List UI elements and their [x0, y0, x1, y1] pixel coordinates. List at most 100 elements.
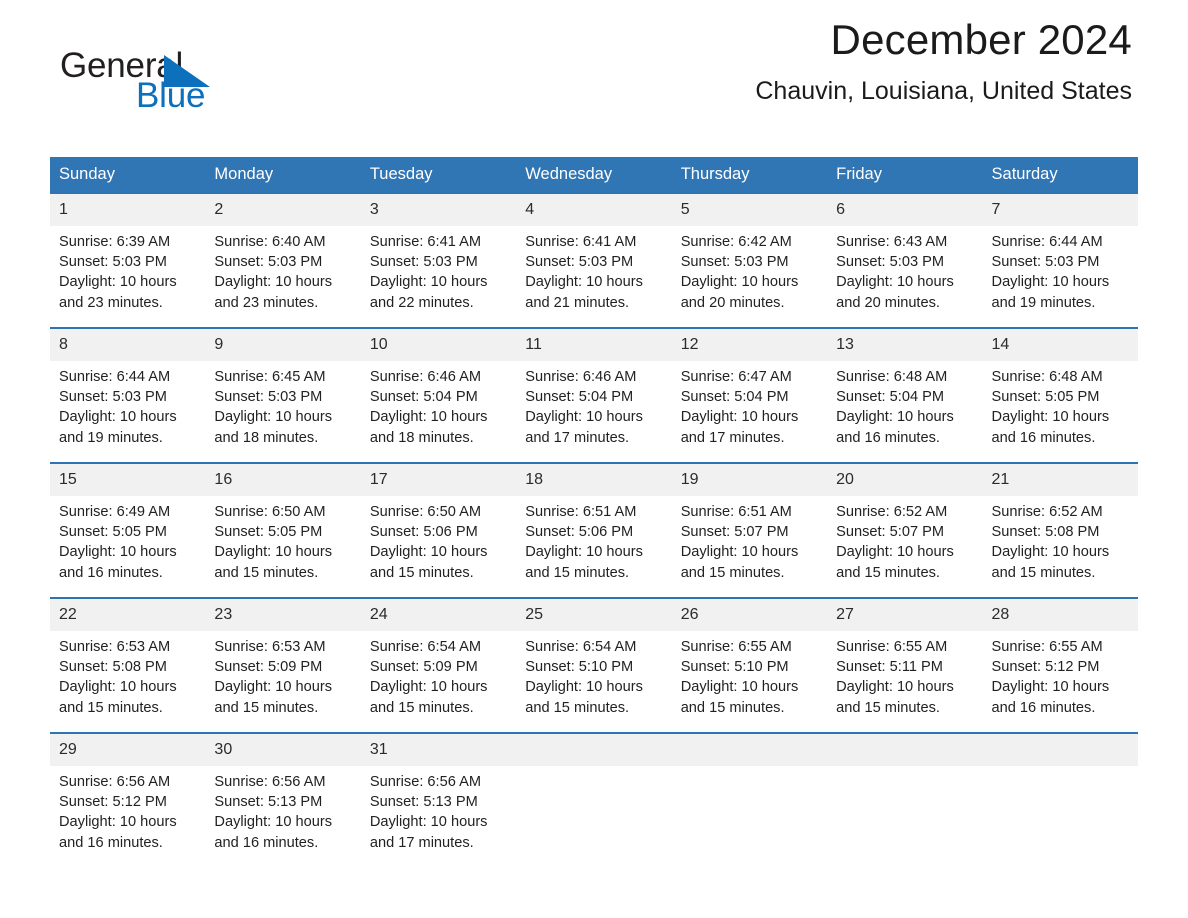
sunrise-text: Sunrise: 6:54 AM	[525, 639, 637, 655]
day-number: 9	[205, 329, 361, 361]
calendar-day-cell-empty	[982, 732, 1138, 867]
calendar-day-cell[interactable]: 4 Sunrise: 6:41 AM Sunset: 5:03 PM Dayli…	[516, 192, 672, 328]
weekday-header-tuesday: Tuesday	[360, 157, 517, 193]
calendar-day-cell[interactable]: 17 Sunrise: 6:50 AM Sunset: 5:06 PM Dayl…	[360, 462, 517, 598]
day-number: 22	[50, 599, 206, 631]
day-details: Sunrise: 6:56 AM Sunset: 5:13 PM Dayligh…	[361, 766, 516, 853]
daylight-text: Daylight: 10 hours and 15 minutes.	[525, 544, 643, 581]
calendar-day-cell[interactable]: 27 Sunrise: 6:55 AM Sunset: 5:11 PM Dayl…	[827, 597, 983, 733]
day-details: Sunrise: 6:46 AM Sunset: 5:04 PM Dayligh…	[516, 361, 671, 448]
day-details: Sunrise: 6:45 AM Sunset: 5:03 PM Dayligh…	[205, 361, 360, 448]
sunset-text: Sunset: 5:04 PM	[369, 389, 478, 406]
day-details: Sunrise: 6:44 AM Sunset: 5:03 PM Dayligh…	[50, 361, 205, 448]
calendar-day-cell[interactable]: 19 Sunrise: 6:51 AM Sunset: 5:07 PM Dayl…	[671, 462, 828, 598]
day-number: 11	[516, 329, 672, 361]
sunset-text: Sunset: 5:10 PM	[525, 659, 634, 676]
calendar-day-cell[interactable]: 16 Sunrise: 6:50 AM Sunset: 5:05 PM Dayl…	[205, 462, 361, 598]
day-details: Sunrise: 6:43 AM Sunset: 5:03 PM Dayligh…	[827, 226, 982, 313]
calendar-day-cell[interactable]: 28 Sunrise: 6:55 AM Sunset: 5:12 PM Dayl…	[982, 597, 1138, 733]
calendar-day-cell[interactable]: 10 Sunrise: 6:46 AM Sunset: 5:04 PM Dayl…	[360, 327, 517, 463]
calendar-day-cell[interactable]: 14 Sunrise: 6:48 AM Sunset: 5:05 PM Dayl…	[982, 327, 1138, 463]
day-details: Sunrise: 6:53 AM Sunset: 5:09 PM Dayligh…	[205, 631, 360, 718]
day-number: 28	[982, 599, 1138, 631]
calendar-day-cell[interactable]: 12 Sunrise: 6:47 AM Sunset: 5:04 PM Dayl…	[671, 327, 828, 463]
daylight-text: Daylight: 10 hours and 15 minutes.	[836, 544, 954, 581]
day-number: 20	[827, 464, 983, 496]
sunrise-text: Sunrise: 6:45 AM	[214, 369, 326, 385]
daylight-text: Daylight: 10 hours and 23 minutes.	[214, 274, 333, 311]
page-subtitle: Chauvin, Louisiana, United States	[755, 77, 1132, 105]
daylight-text: Daylight: 10 hours and 22 minutes.	[369, 274, 488, 311]
calendar-day-cell[interactable]: 22 Sunrise: 6:53 AM Sunset: 5:08 PM Dayl…	[50, 597, 206, 733]
sunset-text: Sunset: 5:05 PM	[214, 524, 323, 541]
day-number: 2	[205, 194, 361, 226]
sunset-text: Sunset: 5:03 PM	[59, 254, 167, 271]
day-number: 23	[205, 599, 361, 631]
daylight-text: Daylight: 10 hours and 17 minutes.	[525, 409, 643, 446]
calendar-day-cell[interactable]: 18 Sunrise: 6:51 AM Sunset: 5:06 PM Dayl…	[516, 462, 672, 598]
weekday-header-row: Sunday Monday Tuesday Wednesday Thursday…	[50, 157, 1138, 193]
calendar-day-cell[interactable]: 8 Sunrise: 6:44 AM Sunset: 5:03 PM Dayli…	[50, 327, 206, 463]
day-number: 13	[827, 329, 983, 361]
sunset-text: Sunset: 5:07 PM	[680, 524, 789, 541]
calendar-week-row: 29 Sunrise: 6:56 AM Sunset: 5:12 PM Dayl…	[50, 732, 1138, 867]
calendar-day-cell-empty	[671, 732, 828, 867]
calendar-day-cell[interactable]: 26 Sunrise: 6:55 AM Sunset: 5:10 PM Dayl…	[671, 597, 828, 733]
day-details: Sunrise: 6:46 AM Sunset: 5:04 PM Dayligh…	[361, 361, 516, 448]
day-details: Sunrise: 6:40 AM Sunset: 5:03 PM Dayligh…	[205, 226, 360, 313]
calendar-day-cell[interactable]: 3 Sunrise: 6:41 AM Sunset: 5:03 PM Dayli…	[360, 192, 517, 328]
day-details: Sunrise: 6:54 AM Sunset: 5:10 PM Dayligh…	[516, 631, 671, 718]
sunrise-text: Sunrise: 6:54 AM	[369, 639, 481, 655]
day-number	[982, 734, 1138, 766]
calendar-day-cell[interactable]: 2 Sunrise: 6:40 AM Sunset: 5:03 PM Dayli…	[205, 192, 361, 328]
day-details: Sunrise: 6:53 AM Sunset: 5:08 PM Dayligh…	[50, 631, 205, 718]
daylight-text: Daylight: 10 hours and 16 minutes.	[991, 409, 1110, 446]
calendar-day-cell[interactable]: 25 Sunrise: 6:54 AM Sunset: 5:10 PM Dayl…	[516, 597, 672, 733]
day-number: 30	[205, 734, 361, 766]
weekday-header-saturday: Saturday	[982, 157, 1138, 193]
calendar-day-cell[interactable]: 1 Sunrise: 6:39 AM Sunset: 5:03 PM Dayli…	[50, 192, 206, 328]
day-number: 10	[360, 329, 517, 361]
day-number: 29	[50, 734, 206, 766]
sunrise-text: Sunrise: 6:50 AM	[369, 504, 481, 520]
day-number	[827, 734, 983, 766]
calendar-day-cell[interactable]: 30 Sunrise: 6:56 AM Sunset: 5:13 PM Dayl…	[205, 732, 361, 867]
sunrise-text: Sunrise: 6:48 AM	[836, 369, 948, 385]
sunrise-text: Sunrise: 6:53 AM	[214, 639, 326, 655]
sunset-text: Sunset: 5:03 PM	[59, 389, 167, 406]
daylight-text: Daylight: 10 hours and 17 minutes.	[680, 409, 799, 446]
sunrise-text: Sunrise: 6:52 AM	[991, 504, 1103, 520]
day-details: Sunrise: 6:48 AM Sunset: 5:04 PM Dayligh…	[827, 361, 982, 448]
calendar-day-cell[interactable]: 15 Sunrise: 6:49 AM Sunset: 5:05 PM Dayl…	[50, 462, 206, 598]
sunset-text: Sunset: 5:04 PM	[680, 389, 789, 406]
calendar-day-cell[interactable]: 9 Sunrise: 6:45 AM Sunset: 5:03 PM Dayli…	[205, 327, 361, 463]
calendar-day-cell[interactable]: 7 Sunrise: 6:44 AM Sunset: 5:03 PM Dayli…	[982, 192, 1138, 328]
day-details: Sunrise: 6:56 AM Sunset: 5:12 PM Dayligh…	[50, 766, 205, 853]
calendar-day-cell[interactable]: 24 Sunrise: 6:54 AM Sunset: 5:09 PM Dayl…	[360, 597, 517, 733]
day-details: Sunrise: 6:39 AM Sunset: 5:03 PM Dayligh…	[50, 226, 205, 313]
daylight-text: Daylight: 10 hours and 15 minutes.	[680, 679, 799, 716]
calendar-page: General Blue December 2024 Chauvin, Loui…	[0, 0, 1188, 918]
calendar-day-cell[interactable]: 31 Sunrise: 6:56 AM Sunset: 5:13 PM Dayl…	[360, 732, 517, 867]
calendar-day-cell[interactable]: 5 Sunrise: 6:42 AM Sunset: 5:03 PM Dayli…	[671, 192, 828, 328]
sunrise-text: Sunrise: 6:56 AM	[59, 774, 171, 790]
page-header: General Blue December 2024 Chauvin, Loui…	[50, 0, 1138, 113]
calendar-day-cell[interactable]: 6 Sunrise: 6:43 AM Sunset: 5:03 PM Dayli…	[827, 192, 983, 328]
calendar-day-cell[interactable]: 23 Sunrise: 6:53 AM Sunset: 5:09 PM Dayl…	[205, 597, 361, 733]
sunrise-text: Sunrise: 6:44 AM	[991, 234, 1103, 250]
sunrise-text: Sunrise: 6:56 AM	[369, 774, 481, 790]
logo-text-blue: Blue	[136, 76, 206, 115]
calendar-day-cell[interactable]: 29 Sunrise: 6:56 AM Sunset: 5:12 PM Dayl…	[50, 732, 206, 867]
calendar-day-cell[interactable]: 21 Sunrise: 6:52 AM Sunset: 5:08 PM Dayl…	[982, 462, 1138, 598]
sunrise-text: Sunrise: 6:50 AM	[214, 504, 326, 520]
weekday-header-sunday: Sunday	[50, 157, 206, 193]
day-details: Sunrise: 6:41 AM Sunset: 5:03 PM Dayligh…	[516, 226, 671, 313]
sunset-text: Sunset: 5:04 PM	[836, 389, 945, 406]
sunset-text: Sunset: 5:12 PM	[991, 659, 1100, 676]
day-number: 1	[50, 194, 206, 226]
calendar-day-cell[interactable]: 13 Sunrise: 6:48 AM Sunset: 5:04 PM Dayl…	[827, 327, 983, 463]
calendar-day-cell[interactable]: 20 Sunrise: 6:52 AM Sunset: 5:07 PM Dayl…	[827, 462, 983, 598]
day-number: 7	[982, 194, 1138, 226]
day-number: 5	[671, 194, 828, 226]
calendar-day-cell[interactable]: 11 Sunrise: 6:46 AM Sunset: 5:04 PM Dayl…	[516, 327, 672, 463]
